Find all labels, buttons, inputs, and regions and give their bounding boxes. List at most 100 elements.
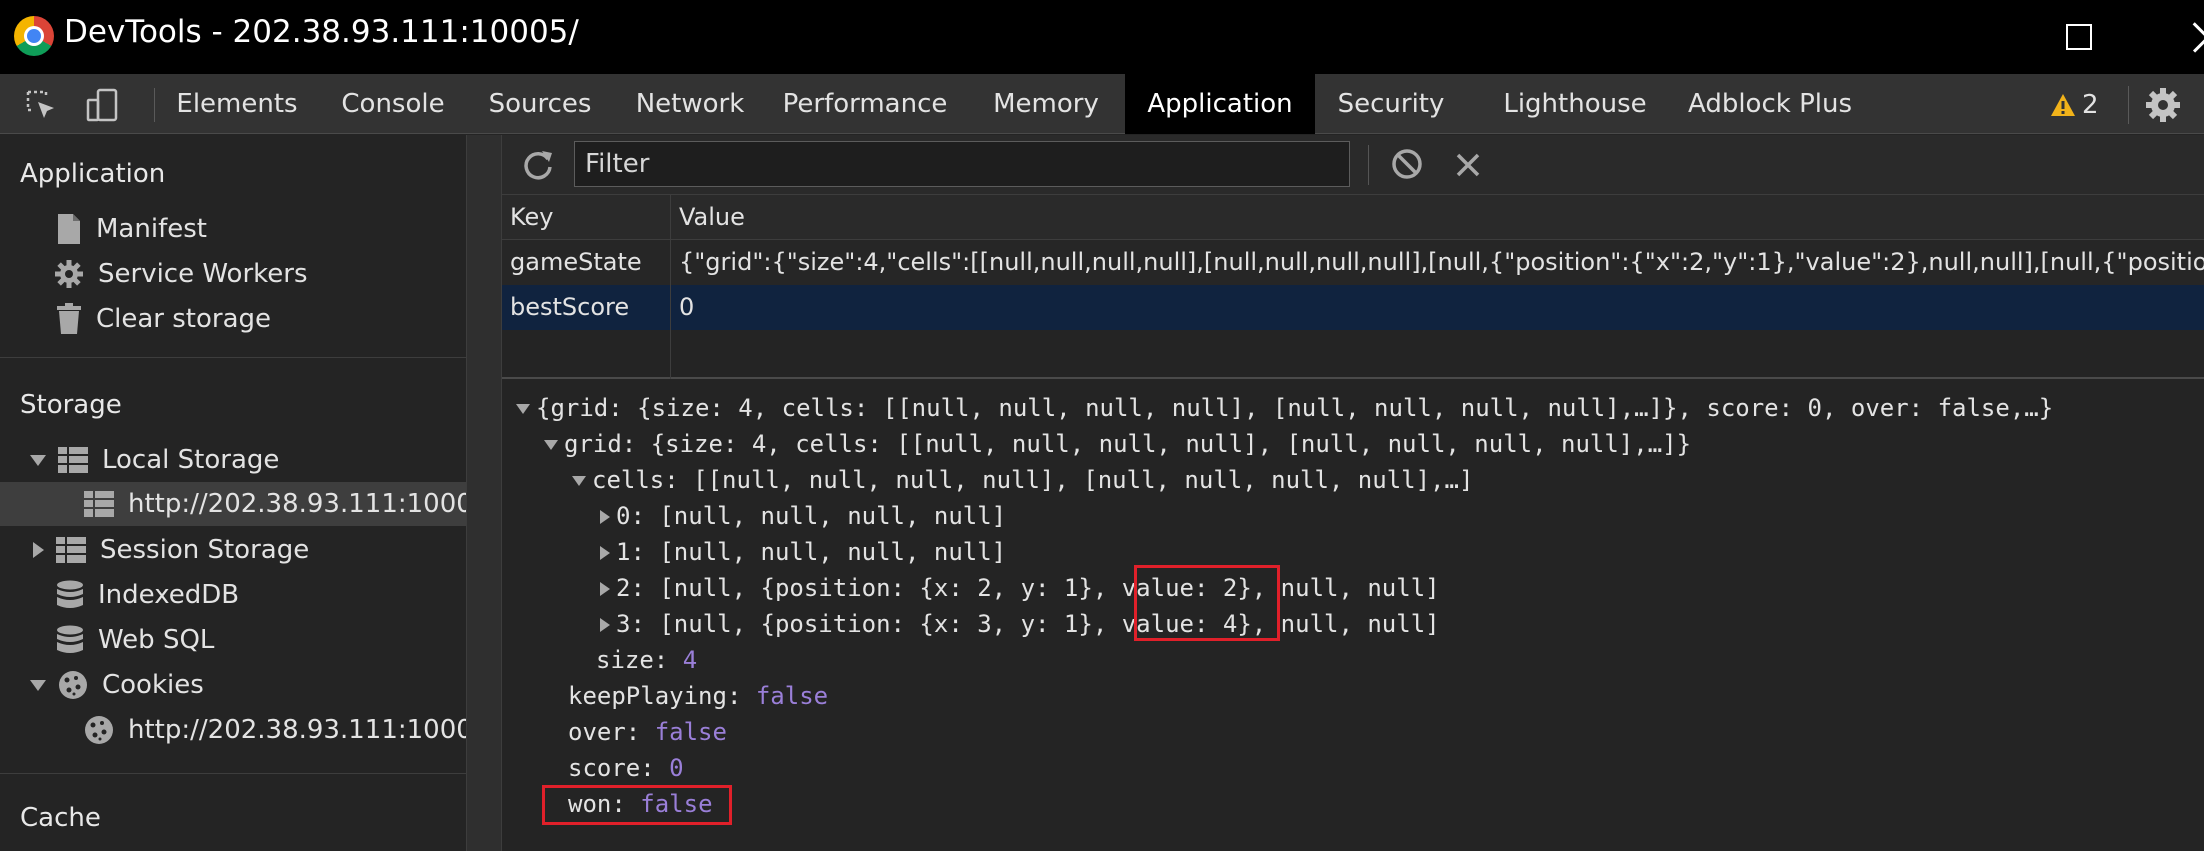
toolbar-separator	[2128, 86, 2129, 124]
table-header-row: Key Value	[502, 195, 2204, 240]
column-divider	[670, 330, 671, 379]
collapse-arrow-icon[interactable]	[33, 542, 44, 558]
sidebar-item-label: http://202.38.93.111:10005	[128, 489, 490, 519]
device-toolbar-icon[interactable]	[86, 88, 120, 122]
expand-arrow-icon[interactable]	[516, 404, 530, 414]
tab-console[interactable]: Console	[328, 74, 458, 134]
tree-node-grid[interactable]: grid: {size: 4, cells: [[null, null, nul…	[544, 427, 1691, 461]
tree-node-cell-row[interactable]: 3: [null, {position: {x: 3, y: 1}, value…	[600, 607, 1440, 641]
sidebar-item-cookies-origin[interactable]: http://202.38.93.111:10005	[84, 708, 489, 752]
annotation-highlight-box	[1134, 565, 1280, 641]
maximize-icon[interactable]	[2066, 24, 2092, 50]
sidebar-item-label: Session Storage	[100, 535, 310, 565]
filter-toolbar	[502, 135, 2204, 195]
sidebar-item-manifest[interactable]: Manifest	[56, 207, 207, 251]
sidebar-item-local-storage-origin[interactable]: http://202.38.93.111:10005	[0, 482, 489, 526]
tree-node-cell-row[interactable]: 2: [null, {position: {x: 2, y: 1}, value…	[600, 571, 1440, 605]
application-section-header: Application	[20, 159, 166, 189]
expand-arrow-icon[interactable]	[30, 679, 46, 691]
settings-gear-icon[interactable]	[2144, 86, 2182, 124]
tree-node-cell-row[interactable]: 1: [null, null, null, null]	[600, 535, 1006, 569]
refresh-icon[interactable]	[520, 147, 556, 183]
property-score: score: 0	[568, 754, 684, 782]
sidebar-divider	[0, 773, 466, 774]
sidebar-item-label: Web SQL	[98, 625, 215, 655]
sidebar-item-label: Cookies	[102, 670, 204, 700]
sidebar-item-local-storage[interactable]: Local Storage	[30, 438, 279, 482]
database-icon	[57, 625, 83, 653]
tab-elements[interactable]: Elements	[164, 74, 310, 134]
value-preview: {grid: {size: 4, cells: [[null, null, nu…	[502, 381, 2204, 851]
table-row[interactable]: gameState {"grid":{"size":4,"cells":[[nu…	[502, 240, 2204, 285]
tab-lighthouse[interactable]: Lighthouse	[1494, 74, 1656, 134]
title-bar: DevTools - 202.38.93.111:10005/	[0, 0, 2204, 74]
row-value[interactable]: 0	[670, 285, 2204, 330]
sidebar-item-cookies[interactable]: Cookies	[30, 663, 204, 707]
table-row-selected[interactable]: bestScore 0	[502, 285, 2204, 330]
window-title: DevTools - 202.38.93.111:10005/	[64, 14, 579, 50]
row-key[interactable]: bestScore	[502, 285, 670, 330]
tree-node-root[interactable]: {grid: {size: 4, cells: [[null, null, nu…	[516, 391, 2053, 425]
collapse-arrow-icon[interactable]	[600, 510, 610, 524]
tab-security[interactable]: Security	[1330, 74, 1452, 134]
clear-all-icon[interactable]	[1390, 147, 1424, 181]
warnings-counter[interactable]: 2	[2050, 88, 2099, 122]
sidebar-item-service-workers[interactable]: Service Workers	[54, 252, 308, 296]
tab-adblock-plus[interactable]: Adblock Plus	[1680, 74, 1860, 134]
table-icon	[56, 537, 86, 563]
expand-arrow-icon[interactable]	[30, 454, 46, 466]
warning-icon	[2051, 94, 2075, 116]
annotation-highlight-box	[542, 785, 732, 825]
column-header-key[interactable]: Key	[502, 195, 670, 239]
sidebar-item-web-sql[interactable]: Web SQL	[56, 618, 214, 662]
sidebar-item-label: Manifest	[96, 214, 207, 244]
expand-arrow-icon[interactable]	[572, 476, 586, 486]
tab-application[interactable]: Application	[1125, 74, 1315, 134]
column-header-value[interactable]: Value	[670, 195, 2204, 239]
sidebar-splitter[interactable]	[466, 135, 502, 851]
sidebar-item-session-storage[interactable]: Session Storage	[30, 528, 309, 572]
sidebar-item-label: Service Workers	[98, 259, 308, 289]
sidebar-item-label: Local Storage	[102, 445, 280, 475]
gear-icon	[55, 260, 83, 288]
expand-arrow-icon[interactable]	[544, 440, 558, 450]
database-icon	[57, 580, 83, 608]
sidebar-item-clear-storage[interactable]: Clear storage	[56, 297, 271, 341]
close-icon[interactable]	[2188, 20, 2204, 56]
cookie-icon	[85, 716, 113, 744]
tree-node-cell-row[interactable]: 0: [null, null, null, null]	[600, 499, 1006, 533]
tab-sources[interactable]: Sources	[476, 74, 604, 134]
sidebar-item-label: Clear storage	[96, 304, 272, 334]
row-key[interactable]: gameState	[502, 240, 670, 285]
cache-section-header: Cache	[20, 803, 101, 833]
property-keepplaying: keepPlaying: false	[568, 682, 829, 710]
local-storage-table: Key Value gameState {"grid":{"size":4,"c…	[502, 195, 2204, 379]
property-size: size: 4	[596, 646, 698, 674]
tree-node-cells[interactable]: cells: [[null, null, null, null], [null,…	[572, 463, 1473, 497]
tab-memory[interactable]: Memory	[976, 74, 1116, 134]
trash-icon	[57, 303, 81, 334]
document-icon	[58, 214, 80, 244]
storage-view: Key Value gameState {"grid":{"size":4,"c…	[502, 135, 2204, 851]
sidebar-item-indexeddb[interactable]: IndexedDB	[56, 573, 239, 617]
collapse-arrow-icon[interactable]	[600, 582, 610, 596]
sidebar-item-label: IndexedDB	[98, 580, 240, 610]
collapse-arrow-icon[interactable]	[600, 546, 610, 560]
toolbar-separator	[154, 88, 155, 122]
chrome-logo-icon	[14, 16, 54, 56]
table-icon	[84, 491, 114, 517]
devtools-tab-bar: Elements Console Sources Network Perform…	[0, 74, 2204, 134]
inspect-element-icon[interactable]	[24, 88, 58, 122]
tab-network[interactable]: Network	[622, 74, 758, 134]
collapse-arrow-icon[interactable]	[600, 618, 610, 632]
warnings-count: 2	[2082, 90, 2099, 120]
sidebar-divider	[0, 357, 466, 358]
cookie-icon	[59, 671, 87, 699]
toolbar-separator	[1368, 145, 1369, 185]
delete-selected-icon[interactable]	[1452, 149, 1484, 181]
filter-input[interactable]	[574, 141, 1350, 187]
sidebar-item-label: http://202.38.93.111:10005	[128, 715, 490, 745]
row-value[interactable]: {"grid":{"size":4,"cells":[[null,null,nu…	[670, 240, 2204, 285]
tab-performance[interactable]: Performance	[776, 74, 954, 134]
property-over: over: false	[568, 718, 727, 746]
